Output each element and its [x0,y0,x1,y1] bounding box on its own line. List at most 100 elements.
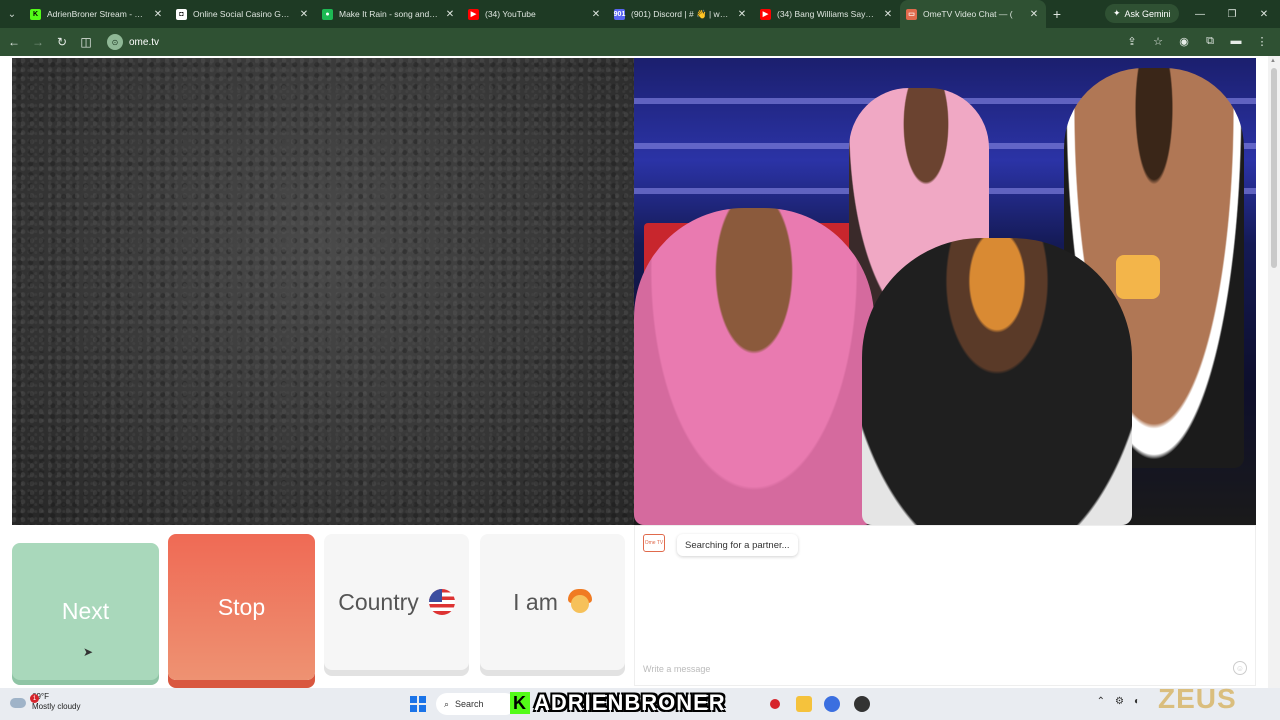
browser-tab[interactable]: ▶ (34) Bang Williams Says He ✕ [754,0,900,28]
new-tab-button[interactable]: + [1046,6,1068,22]
us-flag-icon [428,589,455,615]
weather-text: 69°F Mostly cloudy [32,692,80,712]
chat-panel: Ome TV Searching for a partner... ☺ [634,525,1256,686]
ometv-page: Next Stop Country I am ➤ Ome TV Searchin… [0,56,1280,688]
windows-start-icon[interactable] [410,696,426,712]
browser-tab[interactable]: ● Make It Rain - song and lyr ✕ [316,0,462,28]
weather-alert-badge: 1 [30,694,39,703]
app-icon[interactable] [854,696,870,712]
browser-tab[interactable]: 901 (901) Discord | # 👋 | welco ✕ [608,0,754,28]
tab-close-icon[interactable]: ✕ [152,9,164,20]
app-icon[interactable] [770,699,780,709]
browser-tab[interactable]: ▶ (34) YouTube ✕ [462,0,608,28]
country-button[interactable]: Country [324,534,469,670]
tab-favicon-icon: ● [322,8,333,20]
maximize-icon[interactable]: ❐ [1216,0,1248,28]
stop-label: Stop [217,593,266,620]
tab-close-icon[interactable]: ✕ [1028,9,1040,20]
gender-button[interactable]: I am [480,534,625,670]
stop-button[interactable]: Stop [168,534,315,680]
chevron-up-icon[interactable]: ⌃ [1097,696,1105,707]
install-icon[interactable]: ⇪ [1122,30,1142,52]
forward-icon[interactable]: → [26,30,50,54]
tab-favicon-icon: ▶ [468,8,479,20]
close-window-icon[interactable]: ✕ [1248,0,1280,28]
tab-favicon-icon: ▭ [906,8,917,20]
local-camera-video [12,58,634,525]
cloud-icon [10,695,26,709]
video-static-noise [12,58,634,525]
next-button[interactable]: Next [12,543,159,680]
browser-tab[interactable]: ◘ Online Social Casino Games ✕ [170,0,316,28]
address-bar[interactable]: ⊙ ome.tv [104,31,1164,53]
overlay-text: ADRIENBRONER [534,690,726,715]
partner-video [634,58,1256,525]
person-black-hoodie [862,238,1132,525]
scroll-up-icon[interactable]: ▲ [1270,58,1276,64]
tab-close-icon[interactable]: ✕ [882,9,894,20]
profile-icon[interactable]: ▬ [1226,30,1246,52]
browser-toolbar: ← → ↻ ◫ ⊙ ome.tv ⇪ ☆ ◉ ⧉ ▬ ⋮ [0,28,1280,56]
tab-close-icon[interactable]: ✕ [444,9,456,20]
bookmark-star-icon[interactable]: ☆ [1148,30,1168,52]
tab-title: (34) Bang Williams Says He [777,9,876,19]
page-scrollbar[interactable]: ▲ [1268,56,1280,688]
weather-desc: Mostly cloudy [32,702,81,711]
side-panel-icon[interactable]: ◫ [74,30,98,54]
window-controls: — ❐ ✕ [1184,0,1280,28]
message-input[interactable] [643,660,1223,678]
emoji-icon[interactable]: ☺ [1233,661,1247,675]
tab-close-icon[interactable]: ✕ [736,9,748,20]
taskbar-search[interactable]: ⌕ Search [436,693,516,715]
ometv-logo-icon: Ome TV [643,534,665,552]
tab-favicon-icon: K [30,8,41,20]
tab-favicon-icon: 901 [613,8,626,20]
zeus-watermark: ZEUS [1158,683,1237,714]
boy-face-icon [567,589,592,615]
tab-title: Online Social Casino Games [193,9,292,19]
gemini-icon: ✦ [1113,8,1121,18]
app-icon[interactable] [824,696,840,712]
tabs-container: K AdrienBroner Stream - Watc ✕ ◘ Online Soci… [24,0,1046,28]
ask-gemini-button[interactable]: ✦ Ask Gemini [1105,4,1179,23]
person-pink-hoodie [634,208,874,525]
tray-app-icon[interactable]: ◐ [1134,696,1140,707]
toolbar-right-actions: ⇪ ☆ ◉ ⧉ ▬ ⋮ [1122,30,1272,52]
minimize-icon[interactable]: — [1184,0,1216,28]
tab-favicon-icon: ▶ [760,8,771,20]
phone [1116,255,1160,299]
mouse-cursor-icon: ➤ [83,645,94,659]
file-explorer-icon[interactable] [796,696,812,712]
tab-title: (34) YouTube [485,9,536,19]
iam-label: I am [513,588,558,615]
weather-temp: 69°F [32,692,49,701]
browser-tab[interactable]: K AdrienBroner Stream - Watc ✕ [24,0,170,28]
back-icon[interactable]: ← [2,30,26,54]
extensions-puzzle-icon[interactable]: ⧉ [1200,30,1220,52]
browser-tab[interactable]: ▭ OmeTV Video Chat — ( ✕ [900,0,1046,28]
tab-close-icon[interactable]: ✕ [298,9,310,20]
weather-widget[interactable]: 1 69°F Mostly cloudy [10,692,80,712]
country-label: Country [338,588,419,615]
system-tray: ⌃ ⚙ ◐ [1097,696,1140,707]
extension-icon[interactable]: ◉ [1174,30,1194,52]
tab-search-icon[interactable]: ⌄ [0,0,24,28]
tab-title: AdrienBroner Stream - Watc [47,9,146,19]
search-label: Search [455,699,484,709]
browser-tab-strip: ⌄ K AdrienBroner Stream - Watc ✕ ◘ Online So… [0,0,1280,28]
scroll-thumb[interactable] [1271,68,1277,268]
stream-overlay-name: K ADRIENBRONER [510,690,726,716]
status-message: Searching for a partner... [677,534,798,556]
windows-taskbar: 1 69°F Mostly cloudy ⌕ Search K ADRIENBR… [0,688,1280,720]
ask-gemini-label: Ask Gemini [1124,8,1171,19]
next-label: Next [61,598,110,624]
search-icon: ⌕ [444,698,450,709]
tray-app-icon[interactable]: ⚙ [1115,696,1124,707]
site-info-icon[interactable]: ⊙ [107,34,123,50]
tab-title: (901) Discord | # 👋 | welco [631,8,730,19]
url-text: ome.tv [129,36,160,48]
tab-close-icon[interactable]: ✕ [590,9,602,20]
menu-kebab-icon[interactable]: ⋮ [1252,30,1272,52]
tab-title: OmeTV Video Chat — ( [923,9,1013,19]
reload-icon[interactable]: ↻ [50,30,74,54]
